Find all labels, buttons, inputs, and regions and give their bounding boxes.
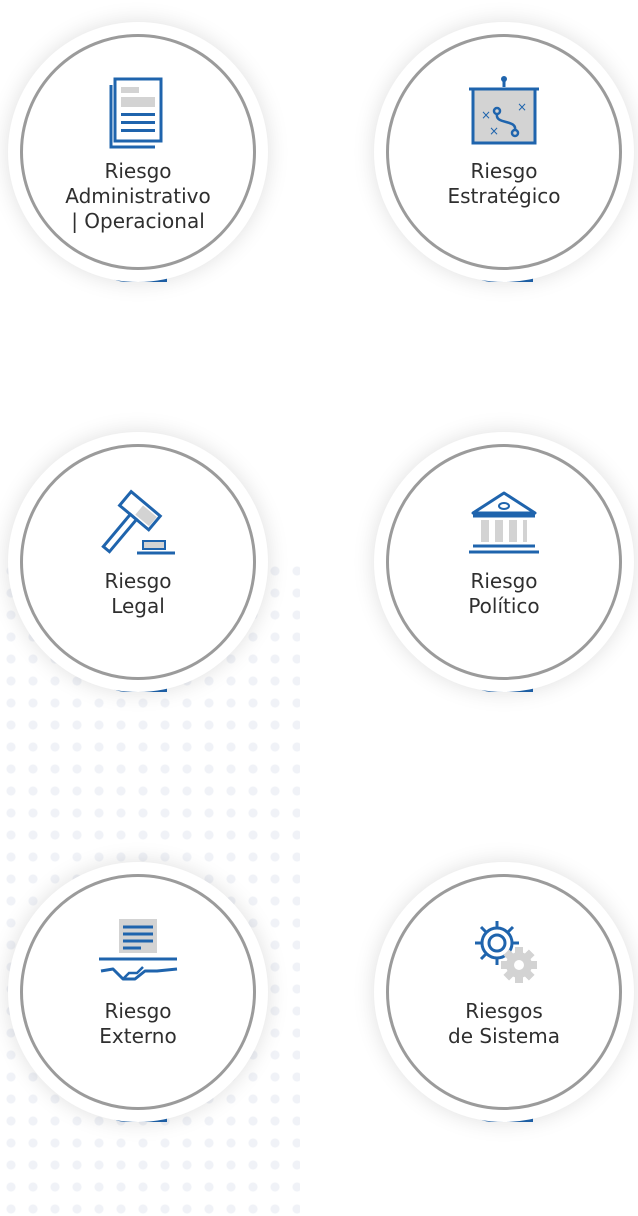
risk-label: Riesgo Estratégico	[447, 159, 560, 209]
risk-card-legal[interactable]: 2 Riesgo Legal	[8, 432, 278, 692]
risk-label: Riesgo Legal	[104, 569, 171, 619]
risk-label: Riesgos de Sistema	[448, 999, 560, 1049]
gears-icon	[459, 915, 549, 991]
svg-text:×: ×	[481, 108, 491, 122]
document-icon	[93, 75, 183, 151]
risk-ring: Riesgo Externo	[20, 874, 256, 1110]
risk-card-administrativo[interactable]: 7 Riesgo Administrativo | Operacional	[8, 22, 278, 282]
strategy-board-icon: × × ×	[459, 75, 549, 151]
risk-card-politico[interactable]: 3 Riesgo Político	[374, 432, 638, 692]
label-line: Legal	[111, 594, 165, 618]
risk-ring: Riesgos de Sistema	[386, 874, 622, 1110]
risk-label: Riesgo Externo	[99, 999, 176, 1049]
svg-text:×: ×	[489, 124, 499, 138]
label-line: de Sistema	[448, 1024, 560, 1048]
label-line: | Operacional	[71, 209, 205, 233]
label-line: Estratégico	[447, 184, 561, 208]
risk-ring: Riesgo Legal	[20, 444, 256, 680]
label-line: Riesgo	[104, 159, 172, 183]
risk-ring: Riesgo Político	[386, 444, 622, 680]
label-line: Político	[468, 594, 540, 618]
risk-ring: × × × Riesgo Estratégico	[386, 34, 622, 270]
label-line: Riesgos	[465, 999, 543, 1023]
risk-label: Riesgo Político	[468, 569, 539, 619]
risk-label: Riesgo Administrativo | Operacional	[65, 159, 211, 234]
label-line: Riesgo	[104, 569, 172, 593]
risk-card-externo[interactable]: 6 Riesgo Externo	[8, 862, 278, 1122]
handshake-contract-icon	[93, 915, 183, 991]
svg-text:×: ×	[517, 100, 527, 114]
gavel-icon	[93, 485, 183, 561]
risk-card-estrategico[interactable]: 4 × × × Riesgo Estratégico	[374, 22, 638, 282]
government-building-icon	[459, 485, 549, 561]
label-line: Riesgo	[104, 999, 172, 1023]
label-line: Riesgo	[470, 159, 538, 183]
label-line: Administrativo	[65, 184, 211, 208]
label-line: Riesgo	[470, 569, 538, 593]
label-line: Externo	[99, 1024, 177, 1048]
risk-card-sistema[interactable]: 3	[374, 862, 638, 1122]
risk-ring: Riesgo Administrativo | Operacional	[20, 34, 256, 270]
